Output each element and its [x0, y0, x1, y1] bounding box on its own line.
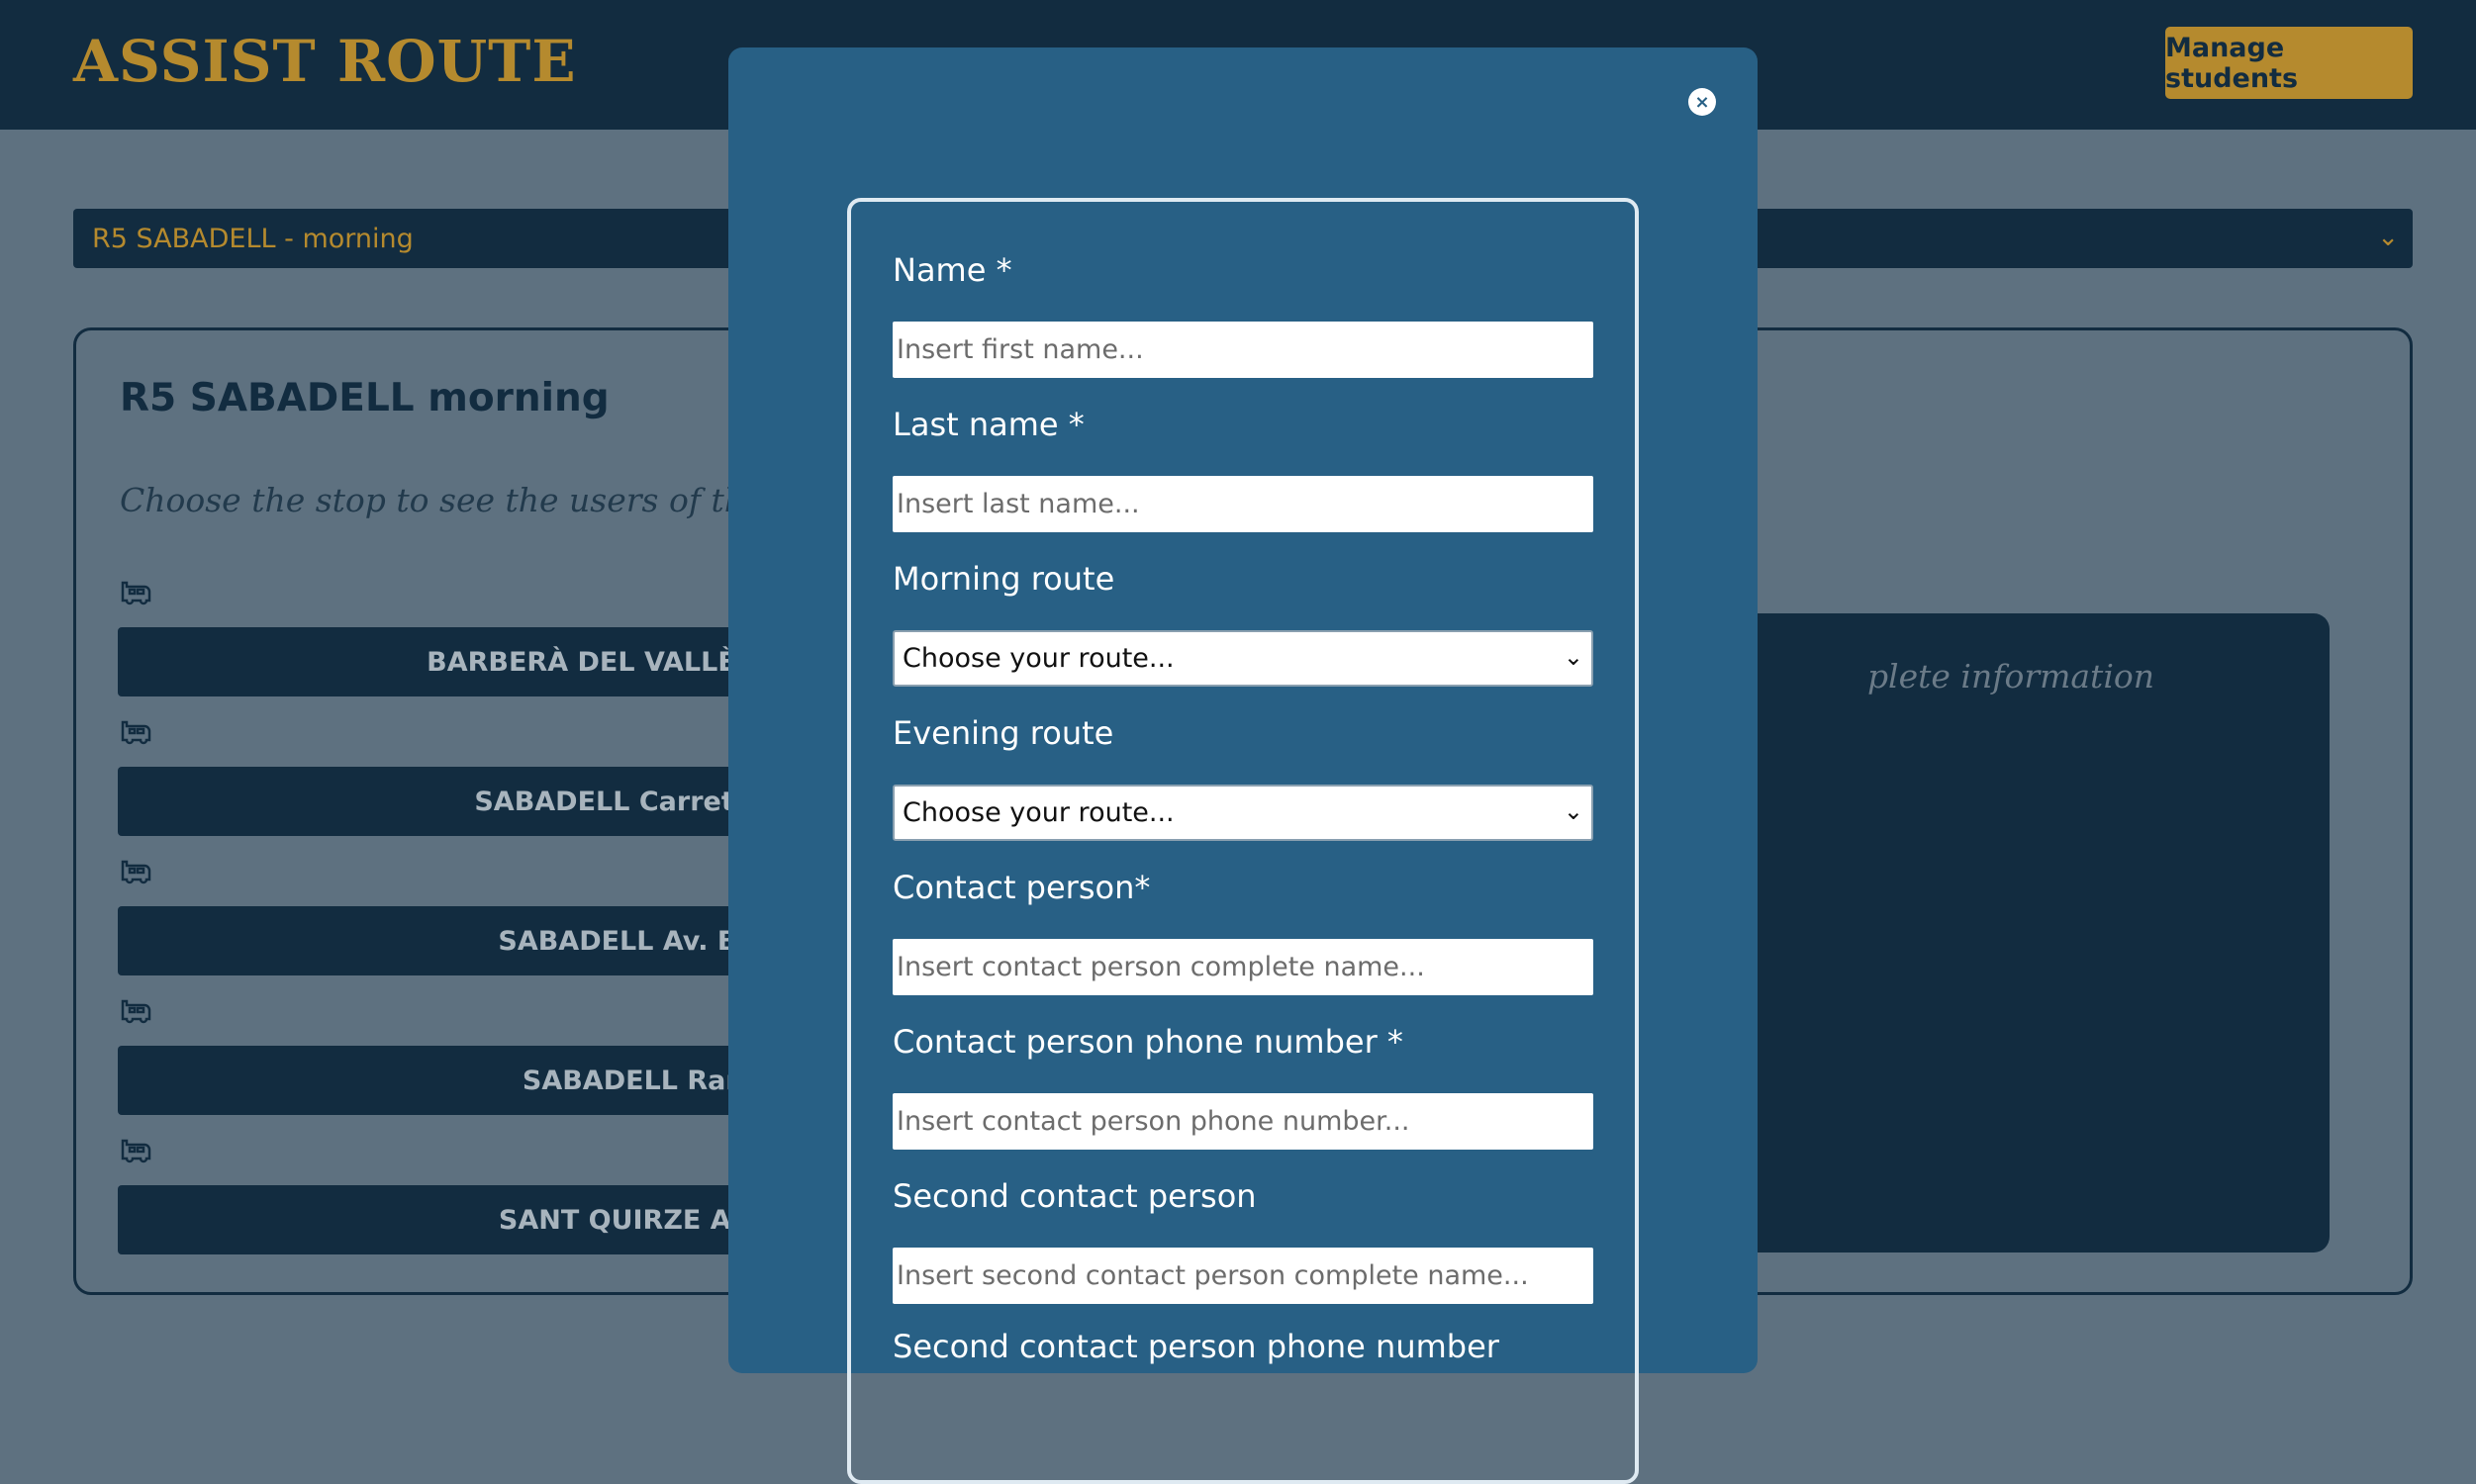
bus-stop-icon [121, 581, 151, 605]
student-form: Name * Last name * Morning route Choose … [847, 198, 1639, 1484]
chevron-down-icon: ⌄ [2377, 223, 2399, 252]
stop-info-clip: plete information [1759, 613, 2154, 722]
close-icon[interactable]: × [1688, 88, 1716, 116]
morning-route-label: Morning route [893, 560, 1115, 598]
evening-route-select[interactable]: Choose your route... ⌄ [893, 785, 1593, 841]
route-select-value: R5 SABADELL - morning [92, 223, 414, 254]
route-instructions: Choose the stop to see the users of the … [120, 481, 825, 519]
evening-route-value: Choose your route... [903, 797, 1175, 828]
contact-phone-input[interactable] [893, 1093, 1593, 1150]
chevron-down-icon: ⌄ [1563, 797, 1583, 825]
evening-route-label: Evening route [893, 714, 1114, 752]
second-contact-label: Second contact person [893, 1177, 1257, 1215]
last-name-label: Last name * [893, 406, 1085, 443]
last-name-input[interactable] [893, 476, 1593, 532]
name-label: Name * [893, 251, 1012, 289]
bus-stop-icon [121, 999, 151, 1024]
manage-students-button[interactable]: Manage students [2165, 27, 2413, 99]
bus-stop-icon [121, 1139, 151, 1163]
add-student-modal: × Name * Last name * Morning route Choos… [728, 47, 1758, 1484]
contact-person-label: Contact person* [893, 869, 1151, 906]
stop-info-text: plete information [1866, 657, 2154, 696]
second-contact-phone-label: Second contact person phone number [893, 1328, 1499, 1365]
morning-route-select[interactable]: Choose your route... ⌄ [893, 630, 1593, 687]
morning-route-value: Choose your route... [903, 643, 1175, 674]
first-name-input[interactable] [893, 322, 1593, 378]
bus-stop-icon [121, 720, 151, 745]
route-title: R5 SABADELL morning [120, 376, 610, 420]
contact-phone-label: Contact person phone number * [893, 1023, 1403, 1061]
contact-person-input[interactable] [893, 939, 1593, 995]
brand-logo[interactable]: ASSIST ROUTE [73, 28, 577, 95]
chevron-down-icon: ⌄ [1563, 643, 1583, 671]
second-contact-input[interactable] [893, 1248, 1593, 1304]
bus-stop-icon [121, 860, 151, 884]
